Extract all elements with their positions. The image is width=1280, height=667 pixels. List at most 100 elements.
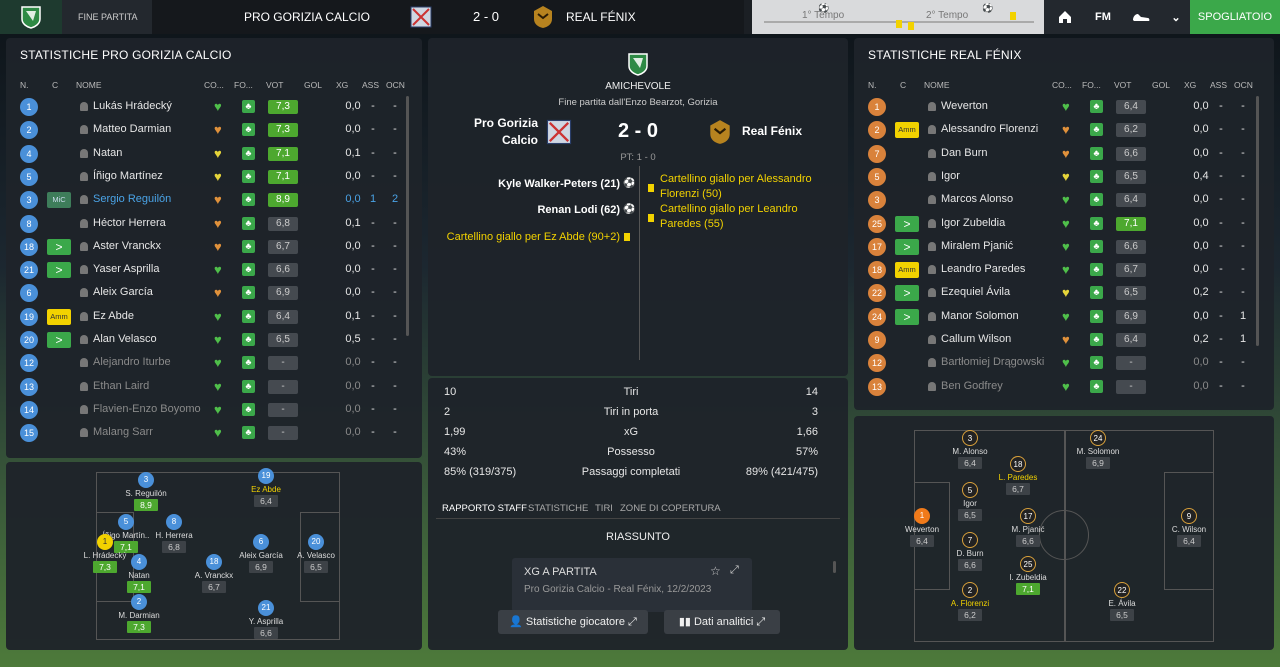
player-row[interactable]: 19 Amm Ez Abde ♥ ♣ 6,4 0,1- - — [14, 305, 410, 328]
player-name[interactable]: Ethan Laird — [93, 380, 149, 392]
player-row[interactable]: 18 Amm Leandro Paredes ♥ ♣ 6,7 0,0- - — [862, 258, 1258, 281]
player-name[interactable]: Malang Sarr — [93, 426, 153, 438]
shoe-button[interactable] — [1120, 0, 1162, 34]
player-name[interactable]: Bartłomiej Drągowski — [941, 356, 1044, 368]
spogliatoio-button[interactable]: SPOGLIATOIO — [1190, 0, 1280, 34]
column-header-form[interactable]: FO... — [1082, 80, 1101, 90]
column-header-n[interactable]: N. — [868, 80, 877, 90]
player-name[interactable]: Aster Vranckx — [93, 240, 161, 252]
player-name[interactable]: Ben Godfrey — [941, 380, 1003, 392]
player-row[interactable]: 3 Marcos Alonso ♥ ♣ 6,4 0,0- - — [862, 188, 1258, 211]
player-row[interactable]: 14 Flavien-Enzo Boyomo ♥ ♣ -0,0- - — [14, 398, 410, 421]
player-row[interactable]: 22 > Ezequiel Ávila ♥ ♣ 6,5 0,2- - — [862, 281, 1258, 304]
pitch-player[interactable]: 4 Natan 7,1 — [109, 554, 169, 593]
scrollbar[interactable] — [1256, 96, 1259, 346]
player-row[interactable]: 2 Matteo Darmian ♥ ♣ 7,3 0,0- - — [14, 118, 410, 141]
column-header-con[interactable]: CO... — [204, 80, 224, 90]
scrollbar[interactable] — [406, 96, 409, 336]
column-header-vot[interactable]: VOT — [1114, 80, 1131, 90]
pitch-player[interactable]: 6 Aleix García 6,9 — [231, 534, 291, 573]
dropdown-button[interactable]: ⌄ — [1162, 0, 1190, 34]
player-name[interactable]: Alan Velasco — [93, 333, 157, 345]
column-header-xg[interactable]: XG — [1184, 80, 1196, 90]
player-row[interactable]: 18 > Aster Vranckx ♥ ♣ 6,7 0,0- - — [14, 235, 410, 258]
player-name[interactable]: Flavien-Enzo Boyomo — [93, 403, 201, 415]
pitch-player[interactable]: 20 A. Velasco 6,5 — [286, 534, 346, 573]
column-header-xg[interactable]: XG — [336, 80, 348, 90]
player-row[interactable]: 9 Callum Wilson ♥ ♣ 6,4 0,2- 1 — [862, 328, 1258, 351]
player-name[interactable]: Ezequiel Ávila — [941, 286, 1010, 298]
tab-statistiche[interactable]: STATISTICHE — [528, 503, 588, 514]
expand-icon[interactable]: ⤢ — [730, 564, 739, 577]
column-header-con[interactable]: CO... — [1052, 80, 1072, 90]
player-row[interactable]: 12 Bartłomiej Drągowski ♥ ♣ -0,0- - — [862, 351, 1258, 374]
analytics-button[interactable]: ▮▮ Dati analitici ⤢ — [664, 610, 780, 634]
player-row[interactable]: 5 Igor ♥ ♣ 6,5 0,4- - — [862, 165, 1258, 188]
player-name[interactable]: Igor Zubeldia — [941, 217, 1005, 229]
player-row[interactable]: 13 Ben Godfrey ♥ ♣ -0,0- - — [862, 375, 1258, 398]
column-header-nome[interactable]: NOME — [76, 80, 102, 90]
player-stats-button[interactable]: 👤 Statistiche giocatore ⤢ — [498, 610, 648, 634]
player-name[interactable]: Sergio Reguilón — [93, 193, 171, 205]
column-header-c[interactable]: C — [52, 80, 58, 90]
tab-rapporto-staff[interactable]: RAPPORTO STAFF — [442, 503, 527, 514]
pitch-player[interactable]: 17 M. Pjanić 6,6 — [998, 508, 1058, 547]
player-row[interactable]: 25 > Igor Zubeldia ♥ ♣ 7,1 0,0- - — [862, 212, 1258, 235]
column-header-ass[interactable]: ASS — [1210, 80, 1227, 90]
player-row[interactable]: 20 > Alan Velasco ♥ ♣ 6,5 0,5- - — [14, 328, 410, 351]
pitch-player[interactable]: 21 Y. Asprilla 6,6 — [236, 600, 296, 639]
column-header-gol[interactable]: GOL — [304, 80, 322, 90]
player-row[interactable]: 2 Amm Alessandro Florenzi ♥ ♣ 6,2 0,0- - — [862, 118, 1258, 141]
player-name[interactable]: Callum Wilson — [941, 333, 1011, 345]
player-row[interactable]: 17 > Miralem Pjanić ♥ ♣ 6,6 0,0- - — [862, 235, 1258, 258]
pitch-player[interactable]: 19 Ez Abde 6,4 — [236, 468, 296, 507]
player-row[interactable]: 4 Natan ♥ ♣ 7,1 0,1- - — [14, 142, 410, 165]
player-name[interactable]: Miralem Pjanić — [941, 240, 1013, 252]
player-name[interactable]: Matteo Darmian — [93, 123, 171, 135]
column-header-n[interactable]: N. — [20, 80, 29, 90]
tab-zone-copertura[interactable]: ZONE DI COPERTURA — [620, 503, 721, 514]
pitch-player[interactable]: 25 I. Zubeldia 7,1 — [998, 556, 1058, 595]
player-name[interactable]: Manor Solomon — [941, 310, 1019, 322]
player-row[interactable]: 1 Weverton ♥ ♣ 6,4 0,0- - — [862, 95, 1258, 118]
player-row[interactable]: 12 Alejandro Iturbe ♥ ♣ -0,0- - — [14, 351, 410, 374]
player-row[interactable]: 13 Ethan Laird ♥ ♣ -0,0- - — [14, 375, 410, 398]
column-header-vot[interactable]: VOT — [266, 80, 283, 90]
player-name[interactable]: Aleix García — [93, 286, 153, 298]
column-header-ocn[interactable]: OCN — [386, 80, 405, 90]
player-name[interactable]: Marcos Alonso — [941, 193, 1013, 205]
fm-button[interactable]: FM — [1086, 0, 1120, 34]
player-row[interactable]: 5 Íñigo Martínez ♥ ♣ 7,1 0,0- - — [14, 165, 410, 188]
pitch-player[interactable]: 7 D. Burn 6,6 — [940, 532, 1000, 571]
player-name[interactable]: Natan — [93, 147, 122, 159]
player-name[interactable]: Dan Burn — [941, 147, 987, 159]
scrollbar[interactable] — [833, 561, 836, 573]
player-name[interactable]: Lukás Hrádecký — [93, 100, 172, 112]
player-row[interactable]: 8 Héctor Herrera ♥ ♣ 6,8 0,1- - — [14, 212, 410, 235]
club-logo-icon[interactable] — [0, 0, 62, 34]
player-row[interactable]: 15 Malang Sarr ♥ ♣ -0,0- - — [14, 421, 410, 444]
tab-tiri[interactable]: TIRI — [595, 503, 613, 514]
pitch-player[interactable]: 24 M. Solomon 6,9 — [1068, 430, 1128, 469]
xg-card[interactable]: XG A PARTITA Pro Gorizia Calcio - Real F… — [512, 558, 752, 612]
home-button[interactable] — [1044, 0, 1086, 34]
player-name[interactable]: Alessandro Florenzi — [941, 123, 1038, 135]
player-row[interactable]: 1 Lukás Hrádecký ♥ ♣ 7,3 0,0- - — [14, 95, 410, 118]
player-row[interactable]: 6 Aleix García ♥ ♣ 6,9 0,0- - — [14, 281, 410, 304]
pitch-player[interactable]: 3 S. Reguilón 8,9 — [116, 472, 176, 511]
pitch-player[interactable]: 2 A. Florenzi 6,2 — [940, 582, 1000, 621]
column-header-c[interactable]: C — [900, 80, 906, 90]
player-name[interactable]: Yaser Asprilla — [93, 263, 159, 275]
player-row[interactable]: 7 Dan Burn ♥ ♣ 6,6 0,0- - — [862, 142, 1258, 165]
match-timeline[interactable]: 1° Tempo 2° Tempo ⚽ ⚽ — [752, 0, 1044, 34]
column-header-nome[interactable]: NOME — [924, 80, 950, 90]
column-header-ocn[interactable]: OCN — [1234, 80, 1253, 90]
player-name[interactable]: Alejandro Iturbe — [93, 356, 171, 368]
player-name[interactable]: Íñigo Martínez — [93, 170, 163, 182]
player-name[interactable]: Héctor Herrera — [93, 217, 166, 229]
pitch-player[interactable]: 22 E. Ávila 6,5 — [1092, 582, 1152, 621]
player-row[interactable]: 3 MiC Sergio Reguilón ♥ ♣ 8,9 0,0 1 2 — [14, 188, 410, 211]
player-row[interactable]: 21 > Yaser Asprilla ♥ ♣ 6,6 0,0- - — [14, 258, 410, 281]
pitch-player[interactable]: 9 C. Wilson 6,4 — [1159, 508, 1219, 547]
column-header-ass[interactable]: ASS — [362, 80, 379, 90]
